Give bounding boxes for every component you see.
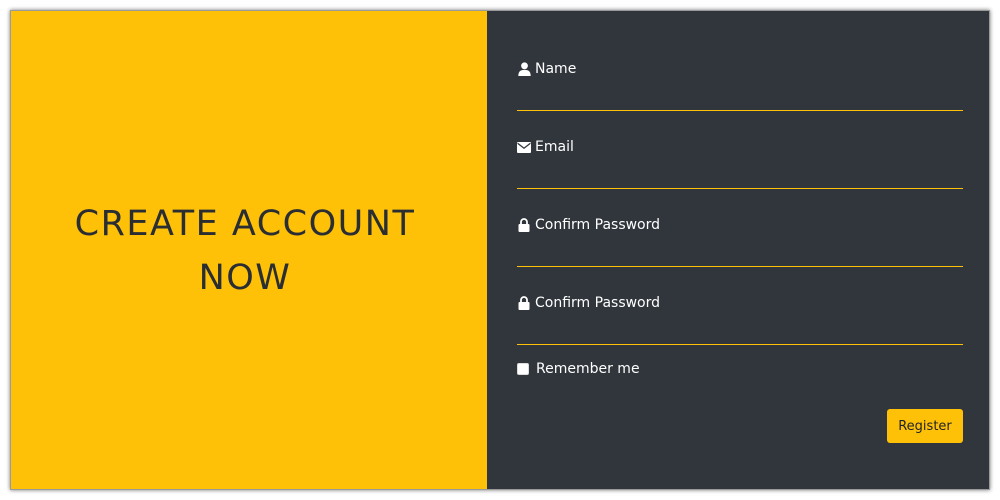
page-title-line-2: NOW bbox=[198, 258, 292, 298]
page-title: CREATE ACCOUNT NOW bbox=[75, 197, 416, 305]
name-input[interactable] bbox=[517, 87, 963, 111]
email-label: Email bbox=[517, 137, 963, 157]
envelope-icon bbox=[517, 140, 531, 154]
confirm-password-2-label-text: Confirm Password bbox=[535, 295, 661, 311]
name-label: Name bbox=[517, 59, 963, 79]
confirm-password-field-group: Confirm Password bbox=[517, 215, 963, 275]
confirm-password-label: Confirm Password bbox=[517, 215, 963, 235]
confirm-password-2-input[interactable] bbox=[517, 321, 963, 345]
brand-panel: CREATE ACCOUNT NOW bbox=[11, 11, 487, 489]
name-field-group: Name bbox=[517, 59, 963, 119]
lock-icon bbox=[517, 296, 531, 310]
signup-card: CREATE ACCOUNT NOW Name Email Confirm Pa… bbox=[10, 10, 990, 490]
confirm-password-2-label: Confirm Password bbox=[517, 293, 963, 313]
user-icon bbox=[517, 62, 531, 76]
lock-icon bbox=[517, 218, 531, 232]
email-input[interactable] bbox=[517, 165, 963, 189]
remember-me-label: Remember me bbox=[536, 361, 640, 377]
name-label-text: Name bbox=[535, 61, 577, 77]
confirm-password-2-field-group: Confirm Password bbox=[517, 293, 963, 353]
signup-form: Name Email Confirm Password Confirm Pass… bbox=[487, 11, 989, 489]
page-title-line-1: CREATE ACCOUNT bbox=[74, 204, 416, 244]
email-label-text: Email bbox=[535, 139, 574, 155]
remember-me-option[interactable]: Remember me bbox=[517, 361, 640, 377]
confirm-password-label-text: Confirm Password bbox=[535, 217, 661, 233]
email-field-group: Email bbox=[517, 137, 963, 197]
remember-me-checkbox[interactable] bbox=[517, 363, 529, 375]
register-button[interactable]: Register bbox=[887, 409, 963, 443]
confirm-password-input[interactable] bbox=[517, 243, 963, 267]
